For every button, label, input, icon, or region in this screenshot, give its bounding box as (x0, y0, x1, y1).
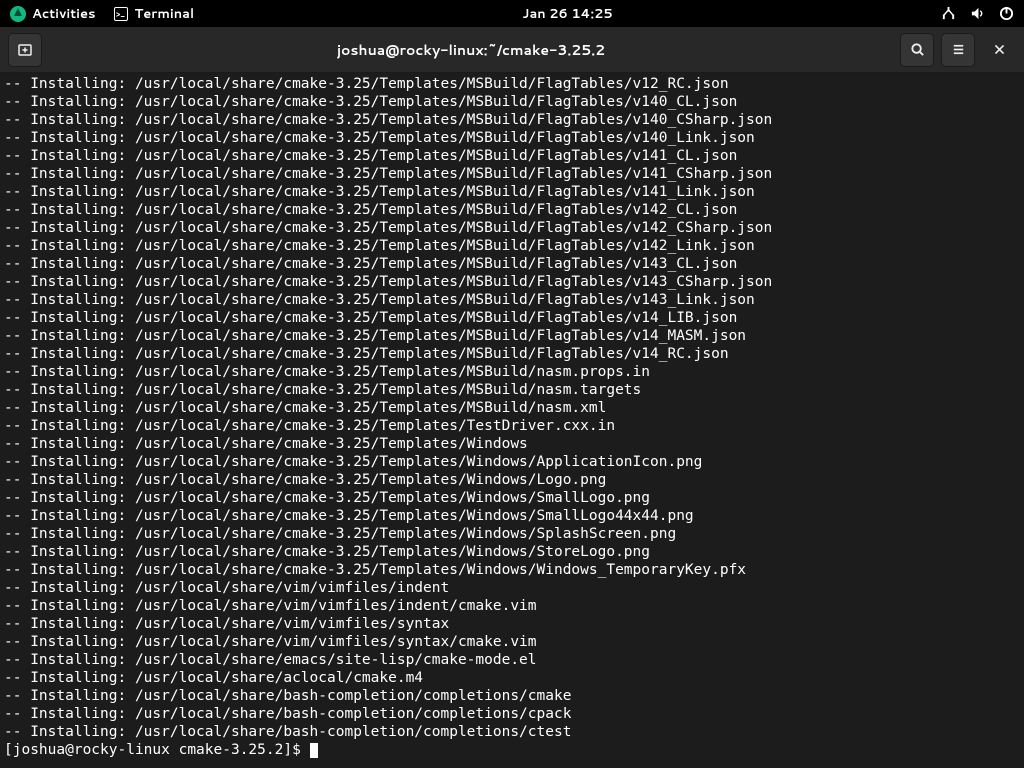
output-line: -- Installing: /usr/local/share/bash-com… (4, 705, 1020, 723)
menu-button[interactable] (941, 33, 975, 67)
output-line: -- Installing: /usr/local/share/cmake-3.… (4, 561, 1020, 579)
topbar-right (941, 6, 1014, 21)
current-app-name: Terminal (135, 5, 195, 23)
output-line: -- Installing: /usr/local/share/cmake-3.… (4, 309, 1020, 327)
terminal-headerbar: joshua@rocky-linux:~/cmake-3.25.2 (0, 27, 1024, 73)
distro-logo-icon (10, 6, 26, 22)
output-line: -- Installing: /usr/local/share/cmake-3.… (4, 75, 1020, 93)
output-line: -- Installing: /usr/local/share/cmake-3.… (4, 435, 1020, 453)
output-line: -- Installing: /usr/local/share/cmake-3.… (4, 111, 1020, 129)
new-tab-button[interactable] (8, 33, 42, 67)
output-line: -- Installing: /usr/local/share/vim/vimf… (4, 615, 1020, 633)
output-lines: -- Installing: /usr/local/share/cmake-3.… (4, 75, 1020, 741)
search-button[interactable] (900, 33, 934, 67)
output-line: -- Installing: /usr/local/share/cmake-3.… (4, 345, 1020, 363)
output-line: -- Installing: /usr/local/share/bash-com… (4, 723, 1020, 741)
output-line: -- Installing: /usr/local/share/cmake-3.… (4, 327, 1020, 345)
output-line: -- Installing: /usr/local/share/cmake-3.… (4, 417, 1020, 435)
output-line: -- Installing: /usr/local/share/cmake-3.… (4, 129, 1020, 147)
output-line: -- Installing: /usr/local/share/vim/vimf… (4, 579, 1020, 597)
output-line: -- Installing: /usr/local/share/cmake-3.… (4, 507, 1020, 525)
window-title: joshua@rocky-linux:~/cmake-3.25.2 (49, 40, 893, 60)
current-app-indicator[interactable]: >_ Terminal (114, 5, 195, 23)
output-line: -- Installing: /usr/local/share/emacs/si… (4, 651, 1020, 669)
output-line: -- Installing: /usr/local/share/cmake-3.… (4, 201, 1020, 219)
output-line: -- Installing: /usr/local/share/cmake-3.… (4, 93, 1020, 111)
output-line: -- Installing: /usr/local/share/vim/vimf… (4, 597, 1020, 615)
activities-label: Activities (32, 5, 96, 23)
output-line: -- Installing: /usr/local/share/cmake-3.… (4, 543, 1020, 561)
output-line: -- Installing: /usr/local/share/cmake-3.… (4, 255, 1020, 273)
output-line: -- Installing: /usr/local/share/cmake-3.… (4, 453, 1020, 471)
output-line: -- Installing: /usr/local/share/cmake-3.… (4, 489, 1020, 507)
gnome-topbar: Activities >_ Terminal Jan 26 14:25 (0, 0, 1024, 27)
output-line: -- Installing: /usr/local/share/aclocal/… (4, 669, 1020, 687)
network-icon[interactable] (941, 6, 956, 21)
output-line: -- Installing: /usr/local/share/vim/vimf… (4, 633, 1020, 651)
terminal-icon: >_ (114, 7, 128, 21)
clock[interactable]: Jan 26 14:25 (194, 5, 941, 23)
output-line: -- Installing: /usr/local/share/cmake-3.… (4, 183, 1020, 201)
output-line: -- Installing: /usr/local/share/cmake-3.… (4, 237, 1020, 255)
output-line: -- Installing: /usr/local/share/cmake-3.… (4, 381, 1020, 399)
topbar-left: Activities >_ Terminal (10, 5, 194, 23)
output-line: -- Installing: /usr/local/share/cmake-3.… (4, 165, 1020, 183)
output-line: -- Installing: /usr/local/share/cmake-3.… (4, 525, 1020, 543)
output-line: -- Installing: /usr/local/share/cmake-3.… (4, 219, 1020, 237)
output-line: -- Installing: /usr/local/share/cmake-3.… (4, 147, 1020, 165)
close-button[interactable] (982, 33, 1016, 67)
power-icon[interactable] (999, 6, 1014, 21)
terminal-output[interactable]: -- Installing: /usr/local/share/cmake-3.… (0, 73, 1024, 768)
output-line: -- Installing: /usr/local/share/cmake-3.… (4, 291, 1020, 309)
output-line: -- Installing: /usr/local/share/bash-com… (4, 687, 1020, 705)
cursor (310, 743, 318, 758)
output-line: -- Installing: /usr/local/share/cmake-3.… (4, 363, 1020, 381)
output-line: -- Installing: /usr/local/share/cmake-3.… (4, 471, 1020, 489)
volume-icon[interactable] (970, 6, 985, 21)
output-line: -- Installing: /usr/local/share/cmake-3.… (4, 273, 1020, 291)
output-line: -- Installing: /usr/local/share/cmake-3.… (4, 399, 1020, 417)
shell-prompt: [joshua@rocky-linux cmake-3.25.2]$ (4, 741, 1020, 759)
activities-button[interactable]: Activities (10, 5, 96, 23)
